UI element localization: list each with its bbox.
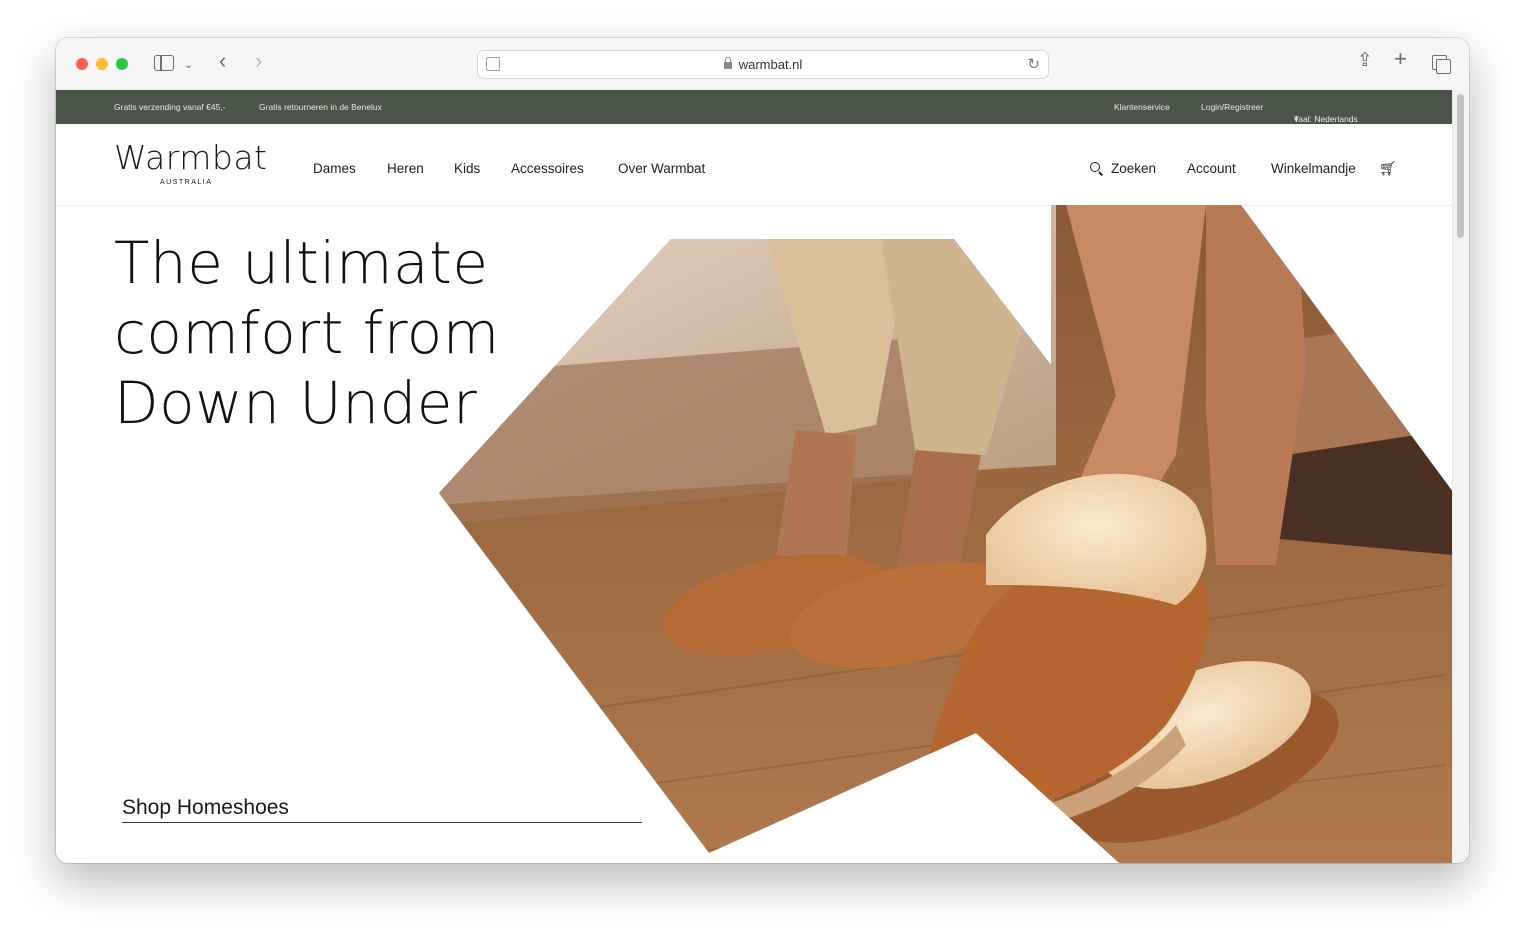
nav-item-kids[interactable]: Kids [454, 161, 480, 176]
nav-item-over-warmbat[interactable]: Over Warmbat [618, 161, 705, 176]
cart-icon[interactable]: 🛒︎ [1379, 160, 1397, 177]
search-icon[interactable] [1090, 162, 1100, 172]
site-header: Warmbat AUSTRALIA Dames Heren Kids Acces… [56, 124, 1453, 206]
close-window-button[interactable] [76, 58, 88, 70]
language-label: Taal: Nederlands [1294, 114, 1358, 124]
web-page: Gratis verzending vanaf €45,- Gratis ret… [56, 90, 1469, 863]
chevron-down-icon[interactable]: ⌄ [184, 56, 193, 74]
announcement-bar: Gratis verzending vanaf €45,- Gratis ret… [56, 90, 1453, 124]
url-text: warmbat.nl [738, 57, 803, 72]
nav-item-dames[interactable]: Dames [313, 161, 356, 176]
search-link[interactable]: Zoeken [1111, 161, 1156, 176]
login-register-link[interactable]: Login/Registreer [1201, 102, 1263, 112]
tab-overview-icon[interactable] [1432, 55, 1451, 74]
zoom-window-button[interactable] [116, 58, 128, 70]
cart-link[interactable]: Winkelmandje [1271, 161, 1356, 176]
account-link[interactable]: Account [1187, 161, 1236, 176]
lock-icon [723, 57, 732, 69]
free-shipping-text: Gratis verzending vanaf €45,- [114, 102, 226, 112]
hero-title-line: The ultimate [114, 229, 489, 297]
scrollbar-thumb[interactable] [1457, 94, 1464, 238]
hero-title: The ultimate comfort from Down Under [114, 228, 634, 438]
forward-arrow-icon[interactable]: › [255, 50, 262, 72]
back-arrow-icon[interactable]: ‹ [219, 50, 226, 72]
hero-title-line: comfort from [114, 299, 500, 367]
reload-icon[interactable]: ↻ [1027, 55, 1040, 73]
customer-service-link[interactable]: Klantenservice [1114, 102, 1170, 112]
shop-homeshoes-link[interactable]: Shop Homeshoes [122, 796, 642, 823]
nav-item-accessoires[interactable]: Accessoires [511, 161, 584, 176]
logo-tagline: AUSTRALIA [160, 179, 213, 186]
share-icon[interactable]: ⇪ [1357, 51, 1373, 70]
new-tab-icon[interactable]: + [1394, 48, 1407, 70]
page-scrollbar[interactable] [1452, 90, 1469, 863]
logo-wordmark: Warmbat [114, 138, 268, 177]
address-bar[interactable]: warmbat.nl ↻ [477, 50, 1049, 79]
free-returns-text: Gratis retourneren in de Benelux [259, 102, 382, 112]
warmbat-logo[interactable]: Warmbat AUSTRALIA [114, 138, 268, 186]
sidebar-toggle-icon[interactable] [154, 55, 174, 71]
nav-item-heren[interactable]: Heren [387, 161, 424, 176]
minimize-window-button[interactable] [96, 58, 108, 70]
hero-title-line: Down Under [114, 369, 478, 437]
browser-toolbar: ⌄ ‹ › warmbat.nl ↻ ⇪ + [56, 38, 1469, 91]
browser-window: ⌄ ‹ › warmbat.nl ↻ ⇪ + Gratis verzending… [56, 38, 1469, 863]
url-display[interactable]: warmbat.nl [478, 57, 1048, 72]
